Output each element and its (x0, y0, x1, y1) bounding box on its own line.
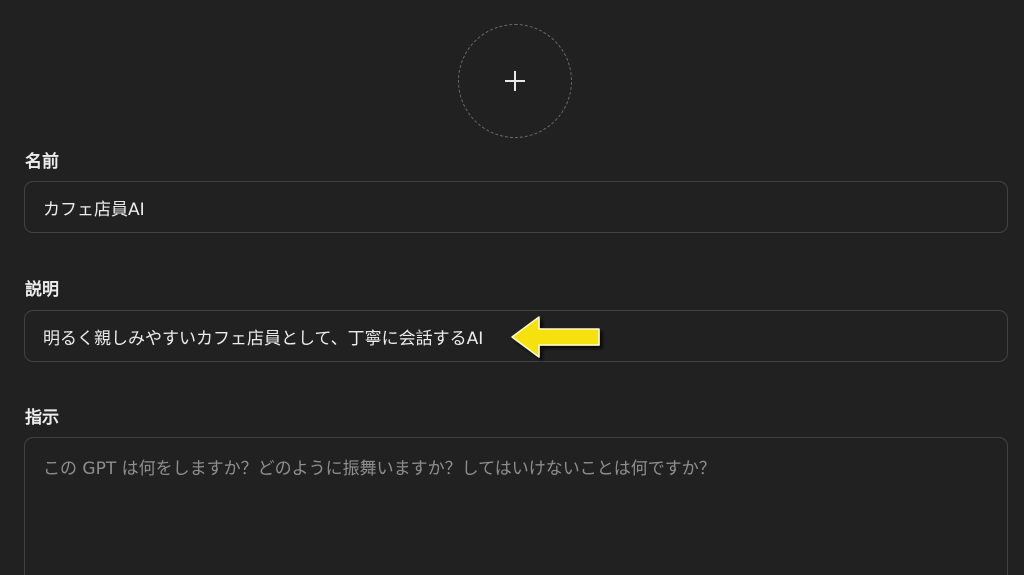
name-input[interactable]: カフェ店員AI (24, 181, 1008, 233)
yellow-arrow-icon (511, 316, 600, 358)
instructions-textarea[interactable]: この GPT は何をしますか？どのように振舞いますか？してはいけないことは何です… (24, 437, 1008, 575)
description-input-value: 明るく親しみやすいカフェ店員として、丁寧に会話するAI (43, 328, 484, 349)
instructions-label: 指示 (25, 408, 59, 428)
description-label: 説明 (25, 280, 59, 300)
gpt-editor-form: 名前 カフェ店員AI 説明 明るく親しみやすいカフェ店員として、丁寧に会話するA… (0, 0, 1024, 575)
name-input-value: カフェ店員AI (43, 199, 145, 220)
instructions-placeholder: この GPT は何をしますか？どのように振舞いますか？してはいけないことは何です… (43, 459, 716, 479)
avatar-upload-button[interactable] (458, 24, 572, 138)
plus-icon (505, 71, 525, 91)
name-label: 名前 (25, 152, 59, 172)
